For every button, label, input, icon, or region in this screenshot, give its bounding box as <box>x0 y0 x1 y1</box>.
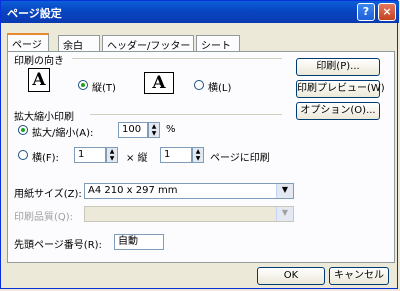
tab-sheet[interactable]: シート <box>196 35 240 52</box>
zoom-label[interactable]: 拡大/縮小(A): <box>32 124 93 139</box>
ok-button[interactable]: OK <box>257 267 325 285</box>
portrait-radio[interactable] <box>78 80 88 90</box>
paper-size-label: 用紙サイズ(Z): <box>14 189 82 200</box>
first-page-number-input[interactable]: 自動 <box>114 234 164 250</box>
landscape-paper-icon: A <box>144 72 174 94</box>
orientation-divider <box>72 58 282 59</box>
landscape-radio[interactable] <box>194 80 204 90</box>
landscape-label[interactable]: 横(L) <box>208 79 231 94</box>
zoom-unit: % <box>166 124 176 135</box>
print-quality-label: 印刷品質(Q): <box>14 212 74 223</box>
tab-margins[interactable]: 余白 <box>58 35 100 52</box>
zoom-radio[interactable] <box>18 125 28 135</box>
page-setup-dialog: ページ設定 ? × ページ 余白 ヘッダー/フッター シート 印刷の向き A 縦… <box>0 0 399 289</box>
zoom-spinner[interactable]: ▲ ▼ <box>148 122 160 138</box>
title-bar[interactable]: ページ設定 ? × <box>1 1 399 23</box>
zoom-input[interactable]: 100 <box>118 122 148 138</box>
paper-size-select[interactable]: A4 210 x 297 mm ▼ <box>84 183 294 199</box>
print-button[interactable]: 印刷(P)... <box>296 58 380 76</box>
fit-tall-input[interactable]: 1 <box>160 147 192 163</box>
fit-wide-input[interactable]: 1 <box>74 147 106 163</box>
paper-size-value: A4 210 x 297 mm <box>88 185 178 196</box>
orientation-group-label: 印刷の向き <box>14 56 64 67</box>
print-quality-select: ▼ <box>84 206 294 222</box>
fit-wide-label[interactable]: 横(F): <box>32 149 59 164</box>
portrait-label[interactable]: 縦(T) <box>92 79 116 94</box>
cancel-button[interactable]: キャンセル <box>329 267 389 285</box>
tab-header-footer[interactable]: ヘッダー/フッター <box>102 35 194 52</box>
fit-tall-spinner[interactable]: ▲ ▼ <box>192 147 204 163</box>
print-preview-button[interactable]: 印刷プレビュー(W) <box>296 80 385 98</box>
fit-radio[interactable] <box>18 150 28 160</box>
portrait-paper-icon: A <box>28 68 50 92</box>
tab-panel-page: 印刷の向き A 縦(T) A 横(L) 拡大縮小印刷 拡大/縮小(A): 100… <box>7 51 395 263</box>
fit-by-label: × 縦 <box>126 153 148 164</box>
fit-suffix: ページに印刷 <box>210 153 270 164</box>
chevron-down-icon: ▼ <box>276 207 293 221</box>
tab-page[interactable]: ページ <box>7 33 49 52</box>
window-title: ページ設定 <box>7 7 62 20</box>
close-button[interactable]: × <box>378 3 396 21</box>
options-button[interactable]: オプション(O)... <box>296 102 380 120</box>
scaling-divider <box>90 114 282 115</box>
help-button[interactable]: ? <box>357 3 375 21</box>
first-page-number-label: 先頭ページ番号(R): <box>14 240 102 251</box>
fit-wide-spinner[interactable]: ▲ ▼ <box>106 147 118 163</box>
chevron-down-icon[interactable]: ▼ <box>276 184 293 198</box>
scaling-group-label: 拡大縮小印刷 <box>14 112 74 123</box>
